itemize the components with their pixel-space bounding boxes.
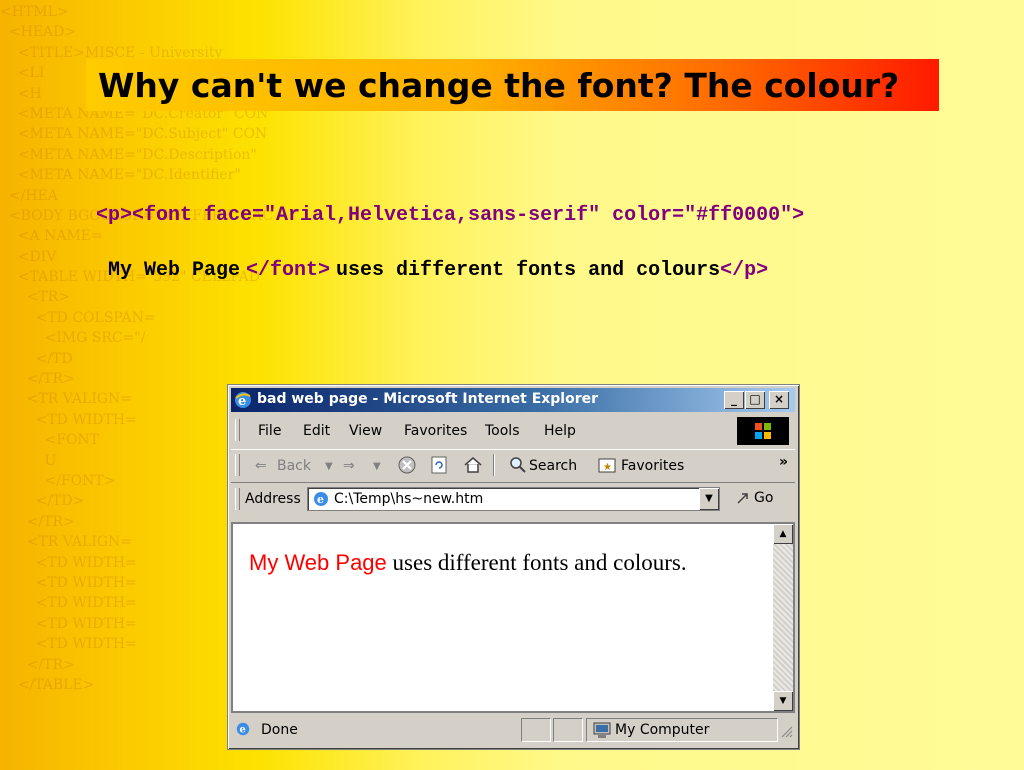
background-code-line: </HEA	[0, 187, 58, 204]
maximize-button[interactable]: □	[745, 391, 765, 409]
code-line-open-tags: <p><font face="Arial,Helvetica,sans-seri…	[96, 204, 805, 227]
status-text: Done	[261, 722, 298, 738]
background-code-line: <META NAME="DC.Description"	[0, 146, 257, 163]
menu-help[interactable]: Help	[544, 423, 576, 439]
back-dropdown-icon[interactable]: ▼	[325, 461, 333, 472]
my-computer-icon	[592, 721, 612, 743]
windows-logo-icon	[737, 417, 789, 445]
slide-title: Why can't we change the font? The colour…	[98, 66, 900, 105]
minimize-button[interactable]: _	[724, 391, 744, 409]
stop-icon[interactable]	[397, 455, 417, 479]
background-code-line: <IMG SRC="/	[0, 330, 146, 347]
forward-arrow-icon[interactable]: ⇒	[343, 458, 355, 474]
close-button[interactable]: ×	[769, 391, 789, 409]
menu-edit[interactable]: Edit	[303, 423, 330, 439]
code-line-content: My Web Page </font> uses different fonts a…	[108, 259, 768, 282]
status-bar: e Done My Computer	[231, 716, 795, 744]
ie-logo-icon: e	[234, 391, 252, 413]
address-value: C:\Temp\hs~new.htm	[334, 491, 484, 507]
status-ie-icon: e	[235, 721, 251, 741]
page-viewport: My Web Page uses different fonts and col…	[231, 522, 795, 713]
menu-tools[interactable]: Tools	[485, 423, 520, 439]
back-arrow-icon[interactable]: ⇐	[255, 458, 267, 474]
svg-text:e: e	[239, 725, 245, 736]
go-button[interactable]: Go	[754, 490, 773, 506]
favorites-icon[interactable]: ★	[597, 456, 617, 478]
search-icon[interactable]	[508, 455, 528, 479]
page-ie-icon: e	[312, 490, 330, 512]
search-button[interactable]: Search	[529, 458, 577, 474]
resize-grip-icon[interactable]	[781, 726, 793, 742]
page-content: My Web Page uses different fonts and col…	[249, 548, 689, 578]
code-text-uses: uses different fonts and colours	[336, 259, 721, 282]
background-code-line: <META NAME="DC.Identifier"	[0, 167, 241, 184]
toolbar-separator	[493, 454, 495, 476]
code-tag-close-font: </font>	[246, 259, 331, 282]
background-code-line: <A NAME=	[0, 228, 103, 245]
refresh-icon[interactable]	[429, 455, 449, 479]
address-bar: Address e C:\Temp\hs~new.htm ▼ Go	[231, 484, 795, 514]
back-button[interactable]: Back	[277, 458, 311, 474]
background-code-line: <TD COLSPAN=	[0, 309, 156, 326]
addressbar-grip	[235, 488, 240, 510]
ie-window: e bad web page - Microsoft Internet Expl…	[227, 384, 800, 750]
code-text-my-web-page: My Web Page	[108, 259, 241, 282]
address-dropdown-button[interactable]: ▼	[699, 488, 719, 510]
standard-toolbar: ⇐ Back ▼ ⇒ ▼ Search ★ Favorites »	[231, 449, 795, 483]
status-zone-text: My Computer	[615, 722, 710, 738]
menu-file[interactable]: File	[258, 423, 281, 439]
toolbar-grip	[235, 454, 240, 476]
background-code-line: <TR>	[0, 289, 71, 306]
menu-favorites[interactable]: Favorites	[404, 423, 467, 439]
status-zone-panel: My Computer	[586, 718, 778, 742]
window-title: bad web page - Microsoft Internet Explor…	[257, 391, 599, 407]
scroll-down-button[interactable]: ▼	[773, 691, 793, 711]
menu-view[interactable]: View	[349, 423, 382, 439]
favorites-button[interactable]: Favorites	[621, 458, 684, 474]
menubar-grip	[235, 419, 240, 441]
background-code-line: <HTML>	[0, 4, 69, 20]
svg-text:★: ★	[603, 462, 612, 473]
svg-text:e: e	[317, 493, 324, 506]
background-code-line: </TD	[0, 350, 73, 367]
scroll-up-button[interactable]: ▲	[773, 524, 793, 544]
address-label: Address	[245, 491, 301, 507]
status-panel-1	[521, 718, 551, 742]
toolbar-more-chevron[interactable]: »	[779, 454, 788, 470]
code-tag-close-p: </p>	[720, 259, 769, 282]
status-panel-2	[553, 718, 583, 742]
window-titlebar[interactable]: e bad web page - Microsoft Internet Expl…	[231, 388, 795, 412]
home-icon[interactable]	[463, 455, 483, 479]
menu-bar: File Edit View Favorites Tools Help	[231, 415, 795, 445]
vertical-scrollbar[interactable]: ▲ ▼	[773, 524, 793, 711]
page-rest-text: uses different fonts and colours.	[386, 550, 687, 575]
background-code-line: <HEAD>	[0, 24, 77, 41]
forward-dropdown-icon[interactable]: ▼	[373, 461, 381, 472]
background-code-line: <META NAME="DC.Subject" CON	[0, 126, 268, 143]
page-red-text: My Web Page	[249, 550, 387, 575]
address-input[interactable]: e C:\Temp\hs~new.htm ▼	[307, 487, 720, 511]
go-arrow-icon[interactable]	[735, 490, 751, 510]
